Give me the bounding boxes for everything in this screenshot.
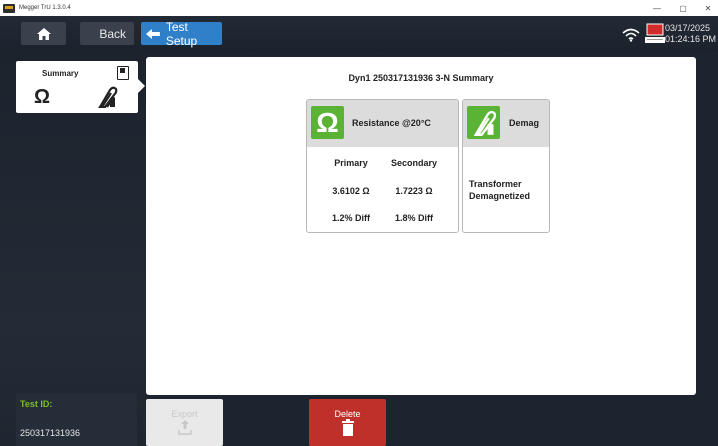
demag-status-line1: Transformer <box>469 179 522 189</box>
minimize-button[interactable]: — <box>646 0 668 16</box>
export-icon <box>177 420 192 435</box>
window-title: Megger TrU 1.3.0.4 <box>19 5 71 11</box>
computer-icon <box>645 23 665 43</box>
demag-status: Transformer Demagnetized <box>469 178 549 202</box>
back-button-label: Back <box>99 26 126 41</box>
app-header: Back Test Setup 03/17/2025 01:24:16 PM <box>0 16 718 52</box>
primary-resistance-value: 3.6102 Ω <box>332 186 370 196</box>
summary-panel: Dyn1 250317131936 3-N Summary Ω Resistan… <box>146 57 696 395</box>
resistance-card-header: Ω Resistance @20°C <box>307 100 458 147</box>
omega-icon[interactable]: Ω <box>34 86 50 109</box>
test-setup-label: Test Setup <box>165 19 198 48</box>
window-titlebar: Megger TrU 1.3.0.4 — ▢ ✕ <box>0 0 718 16</box>
close-button[interactable]: ✕ <box>697 0 718 16</box>
wifi-icon <box>622 28 640 42</box>
delete-label: Delete <box>334 409 361 419</box>
app-icon <box>3 3 15 13</box>
summary-tab[interactable]: Summary Ω <box>16 61 145 113</box>
primary-diff: 1.2% Diff <box>331 213 370 223</box>
resistance-title: Resistance @20°C <box>352 118 431 128</box>
date-text: 03/17/2025 <box>665 23 711 33</box>
secondary-resistance-value: 1.7223 Ω <box>395 186 433 196</box>
page-title: Dyn1 250317131936 3-N Summary <box>348 73 494 83</box>
maximize-button[interactable]: ▢ <box>672 0 694 16</box>
arrow-left-icon <box>145 28 160 39</box>
trash-icon <box>341 419 354 436</box>
resistance-card[interactable]: Ω Resistance @20°C Primary Secondary 3.6… <box>306 99 459 233</box>
secondary-diff: 1.8% Diff <box>394 213 433 223</box>
secondary-header: Secondary <box>390 158 438 168</box>
bookmark-icon[interactable] <box>117 66 129 80</box>
home-button[interactable] <box>21 22 66 45</box>
omega-icon: Ω <box>311 106 344 139</box>
home-icon <box>36 27 51 40</box>
left-panel: Summary Ω Test ID: 250317131936 <box>0 52 146 446</box>
delete-button[interactable]: Delete <box>309 399 386 446</box>
demag-card-header: Demag <box>463 100 549 147</box>
export-label: Export <box>171 409 198 419</box>
demag-icon <box>467 106 500 139</box>
time-text: 01:24:16 PM <box>665 34 717 44</box>
demag-status-line2: Demagnetized <box>469 191 531 201</box>
test-setup-button[interactable]: Test Setup <box>141 19 222 48</box>
demag-card[interactable]: Demag Transformer Demagnetized <box>462 99 550 233</box>
demag-title: Demag <box>509 118 540 128</box>
primary-header: Primary <box>334 158 368 168</box>
date-time: 03/17/2025 01:24:16 PM <box>665 23 716 45</box>
test-id-value: 250317131936 <box>20 428 81 438</box>
test-id-label: Test ID: <box>20 399 53 409</box>
test-id-box: Test ID: 250317131936 <box>16 394 137 446</box>
export-button[interactable]: Export <box>146 399 223 446</box>
summary-label: Summary <box>42 69 79 78</box>
demag-icon[interactable] <box>96 86 118 108</box>
back-button[interactable]: Back <box>80 22 134 45</box>
